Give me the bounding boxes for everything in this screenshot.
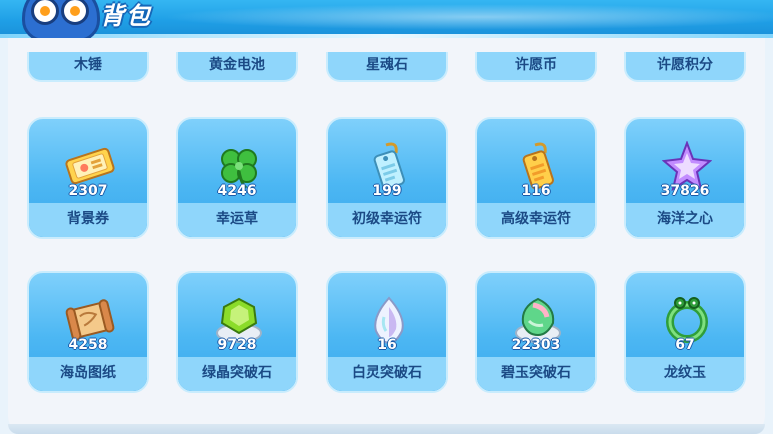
item-count: 16 bbox=[377, 337, 397, 353]
item-label-wish-points[interactable]: 许愿积分 bbox=[624, 52, 746, 82]
page-title: 背包 bbox=[100, 2, 152, 30]
item-card-advanced-lucky-charm[interactable]: 116 高级幸运符 bbox=[475, 117, 597, 239]
item-card-green-crystal-breakstone[interactable]: 9728 绿晶突破石 bbox=[176, 271, 298, 393]
item-label-star-soul-stone[interactable]: 星魂石 bbox=[326, 52, 448, 82]
item-count: 2307 bbox=[68, 183, 108, 199]
mascot-icon bbox=[22, 0, 100, 42]
item-label: 背景券 bbox=[29, 203, 147, 237]
item-card-lucky-clover[interactable]: 4246 幸运草 bbox=[176, 117, 298, 239]
item-card-background-ticket[interactable]: 2307 背景券 bbox=[27, 117, 149, 239]
item-label: 碧玉突破石 bbox=[477, 357, 595, 391]
item-card-ocean-heart[interactable]: 37826 海洋之心 bbox=[624, 117, 746, 239]
item-card-dragon-pattern-jade[interactable]: 67 龙纹玉 bbox=[624, 271, 746, 393]
item-label: 绿晶突破石 bbox=[178, 357, 296, 391]
item-label: 龙纹玉 bbox=[626, 357, 744, 391]
panel-bottom-edge bbox=[8, 424, 765, 434]
item-count: 116 bbox=[521, 183, 551, 199]
item-count: 9728 bbox=[217, 337, 257, 353]
inventory-panel: 木锤 黄金电池 星魂石 许愿币 许愿积分 2307 背景券 4246 幸运草 1… bbox=[8, 38, 765, 434]
item-card-island-blueprint[interactable]: 4258 海岛图纸 bbox=[27, 271, 149, 393]
item-count: 67 bbox=[675, 337, 695, 353]
header-wave-decoration bbox=[160, 4, 773, 30]
item-count: 22303 bbox=[511, 337, 561, 353]
item-label-wish-coin[interactable]: 许愿币 bbox=[475, 52, 597, 82]
partial-item-row: 木锤 黄金电池 星魂石 许愿币 许愿积分 bbox=[8, 38, 765, 84]
item-label-gold-battery[interactable]: 黄金电池 bbox=[176, 52, 298, 82]
item-card-basic-lucky-charm[interactable]: 199 初级幸运符 bbox=[326, 117, 448, 239]
item-count: 4258 bbox=[68, 337, 108, 353]
item-count: 4246 bbox=[217, 183, 257, 199]
item-count: 37826 bbox=[660, 183, 710, 199]
item-label: 海洋之心 bbox=[626, 203, 744, 237]
item-label: 海岛图纸 bbox=[29, 357, 147, 391]
item-label: 幸运草 bbox=[178, 203, 296, 237]
item-label: 白灵突破石 bbox=[328, 357, 446, 391]
item-card-jade-breakstone[interactable]: 22303 碧玉突破石 bbox=[475, 271, 597, 393]
item-label: 初级幸运符 bbox=[328, 203, 446, 237]
mascot-eye-right bbox=[61, 0, 89, 25]
item-label-mallet[interactable]: 木锤 bbox=[27, 52, 149, 82]
item-label: 高级幸运符 bbox=[477, 203, 595, 237]
item-card-white-spirit-breakstone[interactable]: 16 白灵突破石 bbox=[326, 271, 448, 393]
item-count: 199 bbox=[372, 183, 402, 199]
mascot-eye-left bbox=[31, 0, 59, 25]
